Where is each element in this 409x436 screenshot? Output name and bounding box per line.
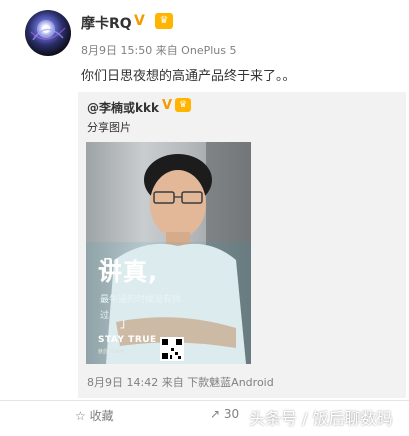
favorite-button[interactable]: ☆ 收藏 [75,407,114,424]
repost-level-badge-icon: ♛ [175,98,191,112]
level-badge-icon: ♛ [155,13,173,29]
share-button[interactable]: ↗ 30 [210,407,239,421]
verified-icon: V [134,13,145,29]
repost-text: 分享图片 [87,121,131,134]
favorite-label: 收藏 [89,409,114,423]
post-text: 你们日思夜想的高通产品终于来了。。 [81,69,296,84]
post-username[interactable]: 摩卡RQ [81,13,132,33]
quote-bracket-right-icon: 」 [120,316,133,330]
repost-verified-icon: V [162,98,173,113]
qr-code-icon [160,337,184,361]
action-divider [0,400,409,401]
user-avatar[interactable] [25,10,71,56]
share-icon: ↗ [210,407,221,421]
repost-image[interactable]: 「 讲真, 最牛逼的时候没有帅 过 」 STAY TRUE 魅蓝 Note6 [86,142,251,364]
post-meta: 8月9日 15:50 来自 OnePlus 5 [81,44,237,57]
repost-username[interactable]: @李楠或kkk [87,99,159,116]
image-tagline: STAY TRUE [98,335,157,345]
star-icon: ☆ [75,409,86,423]
repost-meta: 8月9日 14:42 来自 下款魅蓝Android [87,376,274,389]
share-count: 30 [223,407,240,421]
image-subtext-2: 过 [100,311,110,321]
avatar-glow-icon [30,20,66,41]
watermark: 头条号 / 饭后聊数码 [249,409,393,428]
image-brand: 魅蓝 Note6 [98,349,125,355]
image-headline: 讲真, [98,258,159,286]
image-subtext-1: 最牛逼的时候没有帅 [100,295,182,305]
